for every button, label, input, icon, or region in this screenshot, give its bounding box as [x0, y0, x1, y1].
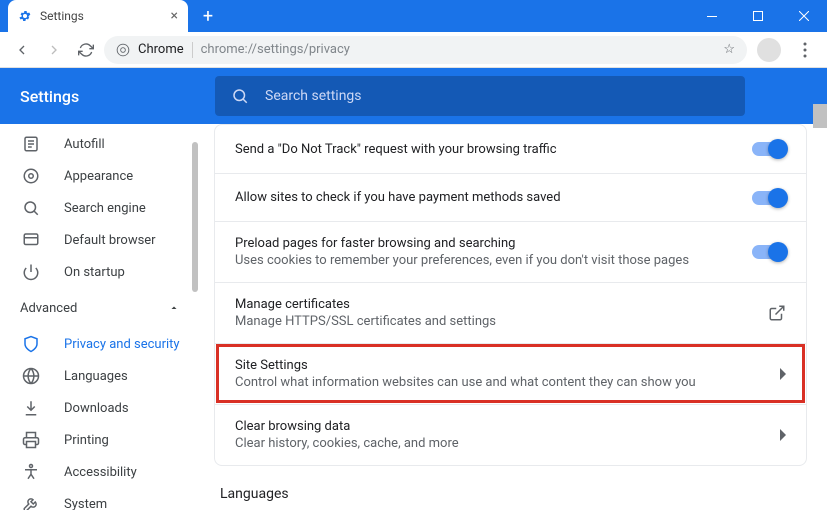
gear-icon: [18, 9, 32, 23]
settings-sidebar: Autofill Appearance Search engine Defaul…: [0, 124, 200, 510]
row-site-settings[interactable]: Site Settings Control what information w…: [215, 343, 806, 404]
window-titlebar: Settings × +: [0, 0, 827, 32]
appearance-icon: [22, 167, 40, 185]
browser-tab[interactable]: Settings ×: [8, 0, 188, 32]
sidebar-advanced-header[interactable]: Advanced: [0, 288, 200, 328]
sidebar-item-label: Accessibility: [64, 465, 137, 480]
row-subtitle: Uses cookies to remember your preference…: [235, 253, 752, 268]
accessibility-icon: [22, 463, 40, 481]
sidebar-item-label: Appearance: [64, 169, 133, 184]
page-scrollbar[interactable]: [813, 104, 827, 128]
row-do-not-track[interactable]: Send a "Do Not Track" request with your …: [215, 125, 806, 173]
row-title: Send a "Do Not Track" request with your …: [235, 142, 752, 157]
wrench-icon: [22, 495, 40, 510]
sidebar-scrollbar[interactable]: [192, 142, 198, 292]
sidebar-item-label: System: [64, 497, 107, 510]
sidebar-item-label: On startup: [64, 265, 125, 280]
privacy-card: Send a "Do Not Track" request with your …: [214, 124, 807, 466]
row-title: Manage certificates: [235, 297, 768, 312]
globe-icon: [22, 367, 40, 385]
sidebar-item-autofill[interactable]: Autofill: [0, 128, 188, 160]
search-placeholder: Search settings: [265, 88, 362, 104]
settings-main: Send a "Do Not Track" request with your …: [200, 124, 827, 510]
download-icon: [22, 399, 40, 417]
sidebar-item-search-engine[interactable]: Search engine: [0, 192, 188, 224]
maximize-button[interactable]: [735, 0, 781, 32]
forward-button[interactable]: [40, 36, 68, 64]
sidebar-item-label: Search engine: [64, 201, 146, 216]
browser-icon: [22, 231, 40, 249]
sidebar-item-label: Default browser: [64, 233, 156, 248]
omnibox[interactable]: Chrome chrome://settings/privacy ☆: [104, 36, 747, 64]
sidebar-item-languages[interactable]: Languages: [0, 360, 188, 392]
omnibox-url: chrome://settings/privacy: [201, 42, 350, 57]
sidebar-item-label: Autofill: [64, 137, 105, 152]
chevron-right-icon: [778, 429, 786, 441]
search-icon: [22, 199, 40, 217]
window-controls: [689, 0, 827, 32]
shield-icon: [22, 335, 40, 353]
profile-avatar[interactable]: [757, 38, 781, 62]
reload-button[interactable]: [72, 36, 100, 64]
chrome-menu-button[interactable]: [791, 36, 819, 64]
row-title: Preload pages for faster browsing and se…: [235, 236, 752, 251]
settings-appbar: Settings Search settings: [0, 68, 827, 124]
row-subtitle: Control what information websites can us…: [235, 375, 778, 390]
search-icon: [231, 87, 249, 105]
external-link-icon: [768, 304, 786, 322]
bookmark-star-icon[interactable]: ☆: [723, 42, 735, 57]
toggle-switch[interactable]: [752, 142, 786, 156]
minimize-button[interactable]: [689, 0, 735, 32]
row-subtitle: Manage HTTPS/SSL certificates and settin…: [235, 314, 768, 329]
sidebar-item-printing[interactable]: Printing: [0, 424, 188, 456]
row-title: Allow sites to check if you have payment…: [235, 190, 752, 205]
close-tab-icon[interactable]: ×: [171, 8, 178, 24]
content-area: Autofill Appearance Search engine Defaul…: [0, 124, 827, 510]
sidebar-item-downloads[interactable]: Downloads: [0, 392, 188, 424]
new-tab-button[interactable]: +: [194, 2, 222, 30]
toggle-switch[interactable]: [752, 245, 786, 259]
languages-heading: Languages: [220, 486, 807, 502]
printer-icon: [22, 431, 40, 449]
row-preload-pages[interactable]: Preload pages for faster browsing and se…: [215, 221, 806, 282]
sidebar-item-label: Languages: [64, 369, 128, 384]
close-window-button[interactable]: [781, 0, 827, 32]
chevron-right-icon: [778, 368, 786, 380]
omnibox-origin: Chrome: [138, 42, 184, 57]
row-manage-certificates[interactable]: Manage certificates Manage HTTPS/SSL cer…: [215, 282, 806, 343]
sidebar-item-privacy-security[interactable]: Privacy and security: [0, 328, 188, 360]
row-clear-browsing-data[interactable]: Clear browsing data Clear history, cooki…: [215, 404, 806, 465]
autofill-icon: [22, 135, 40, 153]
chrome-icon: [116, 43, 130, 57]
sidebar-item-label: Printing: [64, 433, 109, 448]
toggle-switch[interactable]: [752, 191, 786, 205]
page-title: Settings: [20, 87, 215, 106]
sidebar-item-system[interactable]: System: [0, 488, 188, 510]
back-button[interactable]: [8, 36, 36, 64]
sidebar-item-label: Downloads: [64, 401, 129, 416]
sidebar-item-label: Privacy and security: [64, 337, 180, 352]
row-title: Site Settings: [235, 358, 778, 373]
omnibox-divider: [192, 42, 193, 58]
row-subtitle: Clear history, cookies, cache, and more: [235, 436, 778, 451]
advanced-label: Advanced: [20, 301, 77, 316]
sidebar-item-on-startup[interactable]: On startup: [0, 256, 188, 288]
power-icon: [22, 263, 40, 281]
sidebar-item-accessibility[interactable]: Accessibility: [0, 456, 188, 488]
chevron-up-icon: [168, 302, 180, 314]
sidebar-item-default-browser[interactable]: Default browser: [0, 224, 188, 256]
tab-title: Settings: [40, 9, 84, 23]
sidebar-item-appearance[interactable]: Appearance: [0, 160, 188, 192]
search-settings-input[interactable]: Search settings: [215, 76, 745, 116]
row-title: Clear browsing data: [235, 419, 778, 434]
address-bar: Chrome chrome://settings/privacy ☆: [0, 32, 827, 68]
row-payment-methods[interactable]: Allow sites to check if you have payment…: [215, 173, 806, 221]
